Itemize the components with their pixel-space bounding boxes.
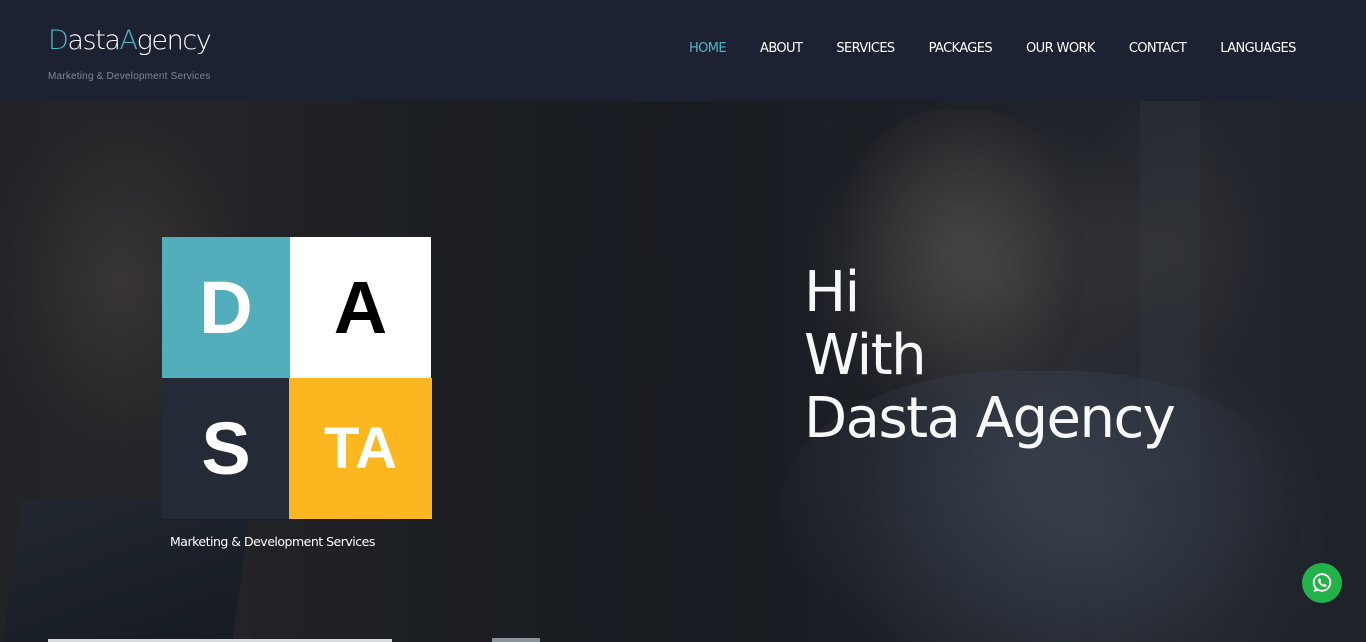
headline-line-2: With (804, 323, 927, 388)
main-nav: HOME ABOUT SERVICES PACKAGES OUR WORK CO… (672, 40, 1313, 58)
hero-headline: Hi With Dasta Agency (804, 260, 1176, 451)
logo-tagline: Marketing & Development Services (48, 71, 211, 82)
logo-text-asta: asta (67, 25, 121, 56)
whatsapp-button[interactable] (1302, 563, 1342, 603)
logo-wordmark: DastaAgency (48, 24, 212, 58)
nav-our-work[interactable]: OUR WORK (1009, 40, 1112, 58)
brand-logo-grid: D A S TA (162, 237, 432, 520)
tile-a: A (290, 237, 431, 378)
logo-letter-d: D (48, 25, 69, 56)
site-header: DastaAgency Marketing & Development Serv… (0, 0, 1366, 101)
tile-d: D (162, 237, 290, 378)
headline-line-3: Dasta Agency (804, 386, 1176, 451)
nav-contact[interactable]: CONTACT (1112, 40, 1203, 58)
site-logo[interactable]: DastaAgency Marketing & Development Serv… (48, 24, 212, 82)
tile-s: S (162, 378, 290, 519)
nav-about[interactable]: ABOUT (743, 40, 819, 58)
nav-languages[interactable]: LANGUAGES (1203, 40, 1313, 58)
logo-text-gency: gency (136, 25, 212, 56)
hero-section: D A S TA Marketing & Development Service… (0, 101, 1366, 642)
nav-packages[interactable]: PACKAGES (912, 40, 1009, 58)
hero-bottom-marker (492, 638, 540, 642)
headline-line-1: Hi (804, 260, 860, 325)
tile-ta: TA (289, 378, 432, 519)
logo-letter-a: A (119, 25, 138, 56)
nav-services[interactable]: SERVICES (819, 40, 911, 58)
nav-home[interactable]: HOME (672, 40, 743, 58)
whatsapp-icon (1312, 573, 1332, 592)
brand-caption: Marketing & Development Services (170, 534, 375, 549)
